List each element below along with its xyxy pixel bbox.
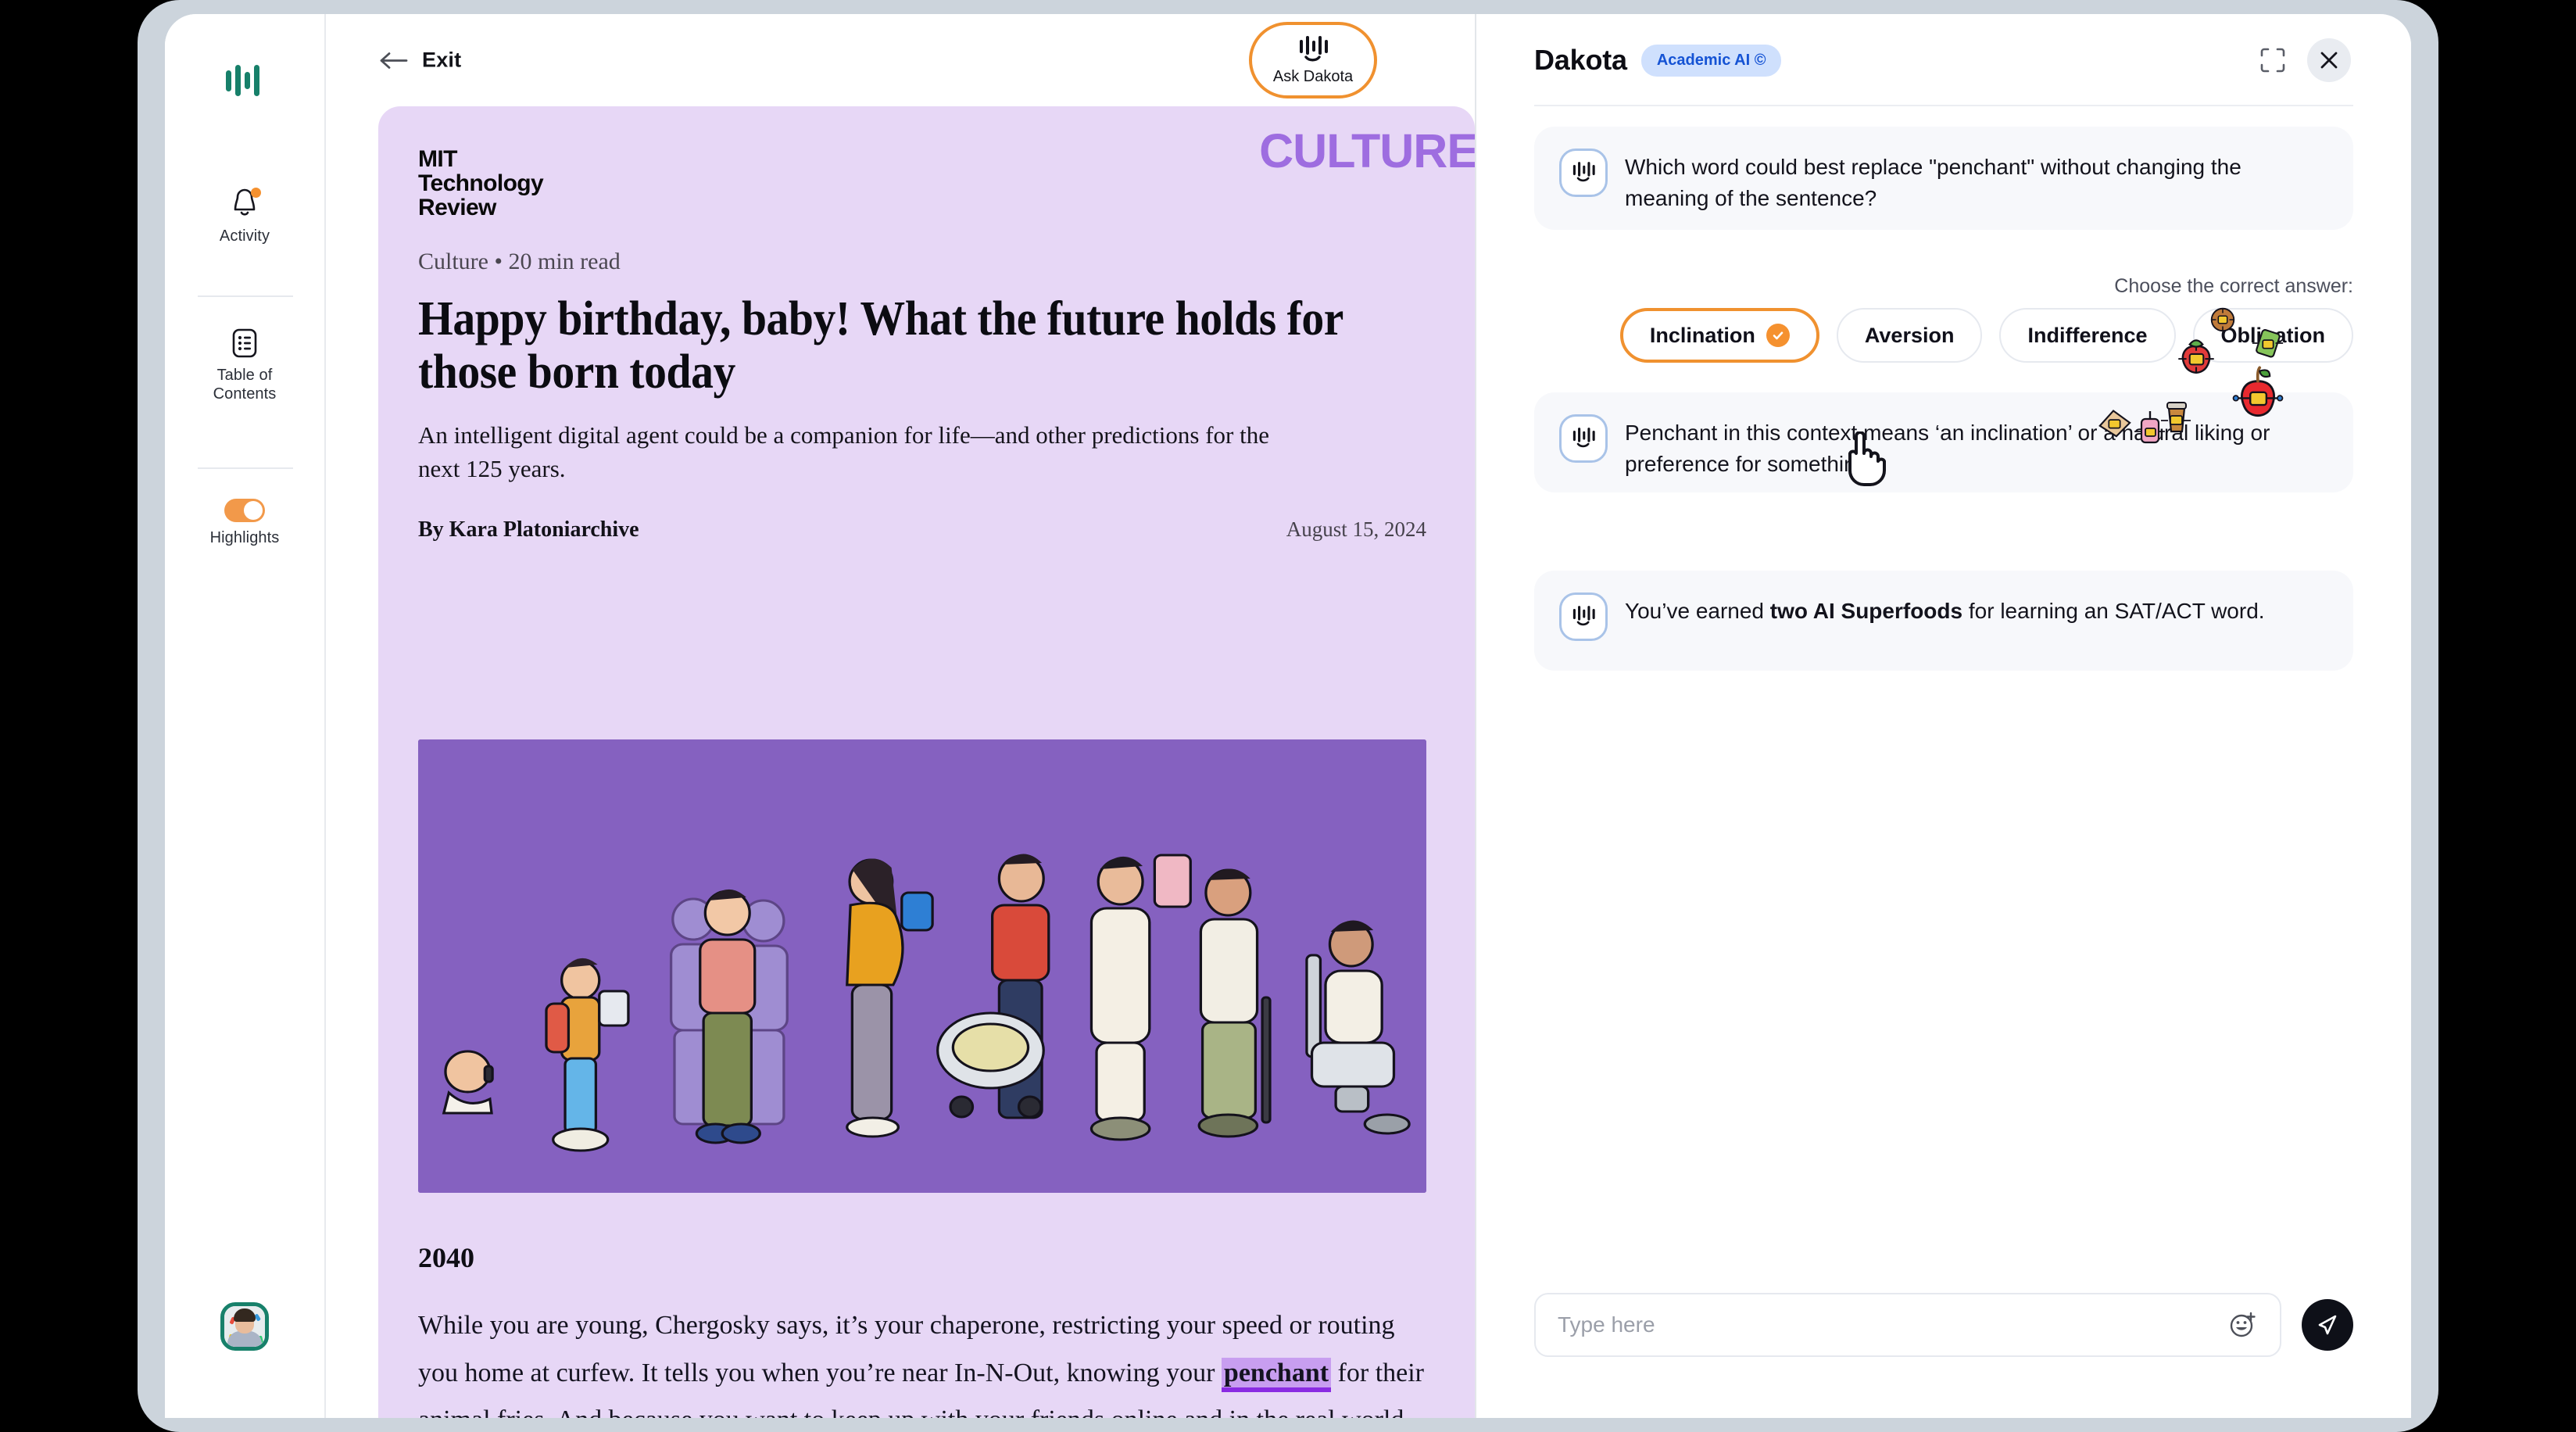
article-title: Happy birthday, baby! What the future ho… bbox=[418, 292, 1343, 399]
quiz-option-label: Inclination bbox=[1649, 323, 1755, 347]
article-paragraph: While you are young, Chergosky says, it’… bbox=[418, 1302, 1426, 1418]
publication-line-3: Review bbox=[418, 195, 496, 221]
correct-check-icon bbox=[1766, 324, 1790, 347]
article-date: August 15, 2024 bbox=[1286, 517, 1426, 541]
article-byline-row: By Kara Platoniarchive August 15, 2024 bbox=[418, 517, 1426, 542]
sidebar-item-activity[interactable]: Activity bbox=[165, 188, 324, 245]
sidebar-item-table-of-contents[interactable]: Table of Contents bbox=[165, 327, 324, 404]
academic-ai-badge: Academic AI © bbox=[1640, 44, 1782, 77]
avatar-body bbox=[227, 1331, 262, 1347]
meta-separator: • bbox=[494, 249, 503, 274]
ask-dakota-label: Ask Dakota bbox=[1272, 68, 1354, 85]
chat-composer bbox=[1534, 1293, 2353, 1357]
publication-line-1: MIT bbox=[418, 146, 457, 172]
article-section-heading: 2040 bbox=[418, 1242, 474, 1273]
quiz-option-label: Indifference bbox=[2027, 323, 2148, 347]
quiz-option-inclination[interactable]: Inclination bbox=[1619, 308, 1819, 363]
fullscreen-icon[interactable] bbox=[2259, 46, 2287, 74]
quiz-option-label: Aversion bbox=[1864, 323, 1955, 347]
quiz-option-aversion[interactable]: Aversion bbox=[1836, 308, 1983, 363]
app-logo bbox=[165, 63, 324, 98]
highlighted-word[interactable]: penchant bbox=[1221, 1357, 1332, 1392]
toc-label-line1: Table of bbox=[216, 367, 273, 384]
publication-line-2: Technology bbox=[418, 170, 544, 197]
reward-text-bold: two AI Superfoods bbox=[1769, 599, 1963, 623]
illustration-people-ages bbox=[418, 739, 1426, 1193]
reward-text-before: You’ve earned bbox=[1625, 599, 1770, 623]
quiz-option-label: Obligation bbox=[2220, 323, 2325, 347]
highlights-toggle-switch[interactable] bbox=[224, 499, 265, 522]
reward-text-after: for learning an SAT/ACT word. bbox=[1962, 599, 2265, 623]
exit-button[interactable]: Exit bbox=[378, 48, 461, 73]
article-read-time: 20 min read bbox=[508, 249, 621, 274]
activity-badge-dot bbox=[251, 188, 261, 198]
chat-message-definition: Penchant in this context means ‘an incli… bbox=[1534, 392, 2353, 492]
chat-message-reward: You’ve earned two AI Superfoods for lear… bbox=[1534, 571, 2353, 671]
sidebar-divider bbox=[198, 295, 293, 297]
add-emoji-icon[interactable] bbox=[2228, 1310, 2258, 1340]
article-meta: Culture • 20 min read bbox=[418, 249, 1426, 275]
chat-title: Dakota bbox=[1534, 44, 1627, 76]
chat-message-question: Which word could best replace "penchant"… bbox=[1534, 127, 2353, 230]
article-author: By Kara Platoniarchive bbox=[418, 517, 639, 542]
article-kicker: CULTURE bbox=[1259, 124, 1475, 177]
chat-message-text: Which word could best replace "penchant"… bbox=[1625, 155, 2241, 210]
list-document-icon bbox=[232, 328, 257, 358]
reader-toolbar: Exit Ask Dakota bbox=[326, 14, 1475, 106]
dakota-waveform-icon bbox=[1300, 36, 1328, 62]
toggle-knob bbox=[244, 501, 263, 520]
reader-pane: Exit Ask Dakota CULTURE MIT Technology R… bbox=[326, 14, 1476, 1418]
waveform-logo-icon bbox=[226, 65, 259, 96]
left-sidebar: Activity Table of Contents Highlights bbox=[165, 14, 326, 1418]
chat-input[interactable] bbox=[1558, 1312, 2228, 1337]
quiz-answer-options: Inclination Aversion Indifference Obliga… bbox=[1619, 308, 2353, 363]
dakota-chat-panel: Dakota Academic AI © Which word could be… bbox=[1476, 14, 2411, 1418]
ask-dakota-button[interactable]: Ask Dakota bbox=[1249, 22, 1377, 98]
quiz-option-indifference[interactable]: Indifference bbox=[1999, 308, 2176, 363]
send-paper-plane-icon bbox=[2318, 1315, 2337, 1335]
publication-logo: MIT Technology Review bbox=[418, 146, 544, 221]
chat-input-wrapper[interactable] bbox=[1534, 1293, 2281, 1357]
quiz-option-obligation[interactable]: Obligation bbox=[2192, 308, 2353, 363]
arrow-left-icon bbox=[380, 52, 408, 69]
toc-label-line2: Contents bbox=[213, 385, 277, 403]
sidebar-item-label: Table of Contents bbox=[213, 366, 277, 404]
chat-header: Dakota Academic AI © bbox=[1476, 14, 2411, 106]
send-button[interactable] bbox=[2302, 1299, 2353, 1351]
article-category: Culture bbox=[418, 249, 488, 274]
user-avatar[interactable] bbox=[220, 1302, 269, 1351]
sidebar-item-label: Highlights bbox=[209, 529, 280, 546]
app-screen: Activity Table of Contents Highlights Ex… bbox=[165, 14, 2411, 1418]
article-illustration bbox=[418, 739, 1426, 1193]
sidebar-divider bbox=[198, 467, 293, 469]
sidebar-item-highlights[interactable]: Highlights bbox=[165, 499, 324, 547]
close-icon bbox=[2320, 52, 2338, 69]
dakota-waveform-icon bbox=[1559, 149, 1608, 197]
bell-icon bbox=[228, 188, 261, 220]
article-dek: An intelligent digital agent could be a … bbox=[418, 421, 1269, 483]
quiz-prompt: Choose the correct answer: bbox=[2114, 275, 2353, 297]
sidebar-item-label: Activity bbox=[219, 227, 270, 245]
chat-message-text: You’ve earned two AI Superfoods for lear… bbox=[1625, 592, 2265, 627]
chat-message-list: Which word could best replace "penchant"… bbox=[1476, 106, 2411, 1276]
tablet-device-frame: Activity Table of Contents Highlights Ex… bbox=[138, 0, 2438, 1432]
dakota-waveform-icon bbox=[1559, 414, 1608, 463]
chat-message-text: Penchant in this context means ‘an incli… bbox=[1625, 421, 2270, 476]
chat-header-actions bbox=[2259, 38, 2351, 82]
exit-label: Exit bbox=[422, 48, 462, 72]
close-chat-button[interactable] bbox=[2307, 38, 2351, 82]
article-header-block: Culture • 20 min read Happy birthday, ba… bbox=[418, 249, 1426, 542]
article-card: CULTURE MIT Technology Review Culture • … bbox=[378, 106, 1475, 1418]
dakota-waveform-icon bbox=[1559, 592, 1608, 641]
